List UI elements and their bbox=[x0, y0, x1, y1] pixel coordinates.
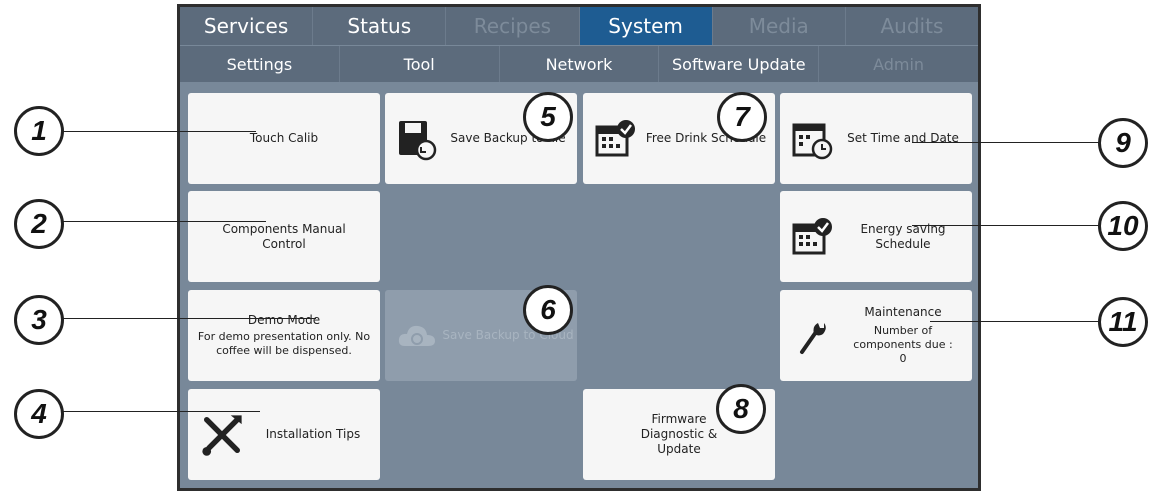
calendar-clock-icon bbox=[792, 123, 833, 159]
callout-2-leader bbox=[56, 221, 266, 222]
main-tab-bar: Services Status Recipes System Media Aud… bbox=[180, 7, 979, 45]
calendar-check-icon bbox=[792, 217, 832, 254]
callout-11-leader bbox=[930, 321, 1102, 322]
energy-saving-schedule-button[interactable]: Energy saving Schedule bbox=[780, 191, 972, 282]
callout-11: 11 bbox=[1098, 297, 1148, 347]
callout-3: 3 bbox=[14, 295, 64, 345]
callout-10: 10 bbox=[1098, 201, 1148, 251]
energy-saving-schedule-label: Energy saving Schedule bbox=[860, 221, 946, 251]
maintenance-description: Number of components due : 0 bbox=[853, 324, 953, 365]
callout-8: 8 bbox=[716, 384, 766, 434]
callout-9: 9 bbox=[1098, 118, 1148, 168]
floppy-restore-icon bbox=[399, 120, 437, 160]
installation-tips-label: Installation Tips bbox=[265, 427, 361, 441]
touch-calib-button[interactable]: Touch Calib bbox=[188, 93, 380, 184]
callout-2: 2 bbox=[14, 199, 64, 249]
subtab-network[interactable]: Network bbox=[499, 46, 660, 82]
components-manual-control-label: Components Manual Control bbox=[222, 221, 346, 251]
subtab-settings[interactable]: Settings bbox=[180, 46, 340, 82]
callout-4: 4 bbox=[14, 389, 64, 439]
tab-media[interactable]: Media bbox=[712, 7, 846, 45]
callout-3-leader bbox=[56, 318, 316, 319]
tab-audits[interactable]: Audits bbox=[845, 7, 979, 45]
callout-9-leader bbox=[912, 142, 1102, 143]
callout-1-leader bbox=[56, 131, 256, 132]
wrench-icon bbox=[800, 322, 826, 354]
set-time-date-label: Set Time and Date bbox=[847, 131, 959, 145]
callout-6: 6 bbox=[523, 285, 573, 335]
tab-recipes[interactable]: Recipes bbox=[446, 7, 580, 45]
tab-system[interactable]: System bbox=[579, 7, 713, 45]
callout-5: 5 bbox=[523, 92, 573, 142]
maintenance-text: Maintenance Number of components due : 0 bbox=[834, 305, 972, 366]
subtab-tool[interactable]: Tool bbox=[339, 46, 500, 82]
cloud-icon bbox=[398, 325, 435, 346]
components-manual-control-button[interactable]: Components Manual Control bbox=[188, 191, 380, 282]
calendar-check-icon bbox=[595, 119, 635, 156]
touch-calib-label: Touch Calib bbox=[249, 131, 319, 145]
tools-icon bbox=[202, 414, 242, 456]
demo-mode-title: Demo Mode bbox=[247, 313, 321, 327]
demo-mode-description: For demo presentation only. No coffee wi… bbox=[197, 330, 371, 357]
installation-tips-button[interactable]: Installation Tips bbox=[188, 389, 380, 480]
callout-10-leader bbox=[912, 225, 1102, 226]
maintenance-title: Maintenance bbox=[864, 305, 942, 319]
demo-mode-button[interactable]: Demo Mode For demo presentation only. No… bbox=[188, 290, 380, 381]
subtab-admin[interactable]: Admin bbox=[819, 46, 978, 82]
system-tool-screen: Services Status Recipes System Media Aud… bbox=[177, 4, 981, 491]
sub-tab-bar: Settings Tool Network Software Update Ad… bbox=[180, 46, 978, 82]
tab-status[interactable]: Status bbox=[313, 7, 447, 45]
maintenance-button[interactable]: Maintenance Number of components due : 0 bbox=[780, 290, 972, 381]
callout-4-leader bbox=[56, 411, 260, 412]
callout-1: 1 bbox=[14, 106, 64, 156]
tab-services[interactable]: Services bbox=[180, 7, 314, 45]
callout-7: 7 bbox=[717, 92, 767, 142]
set-time-date-button[interactable]: Set Time and Date bbox=[780, 93, 972, 184]
subtab-software-update[interactable]: Software Update bbox=[659, 46, 820, 82]
